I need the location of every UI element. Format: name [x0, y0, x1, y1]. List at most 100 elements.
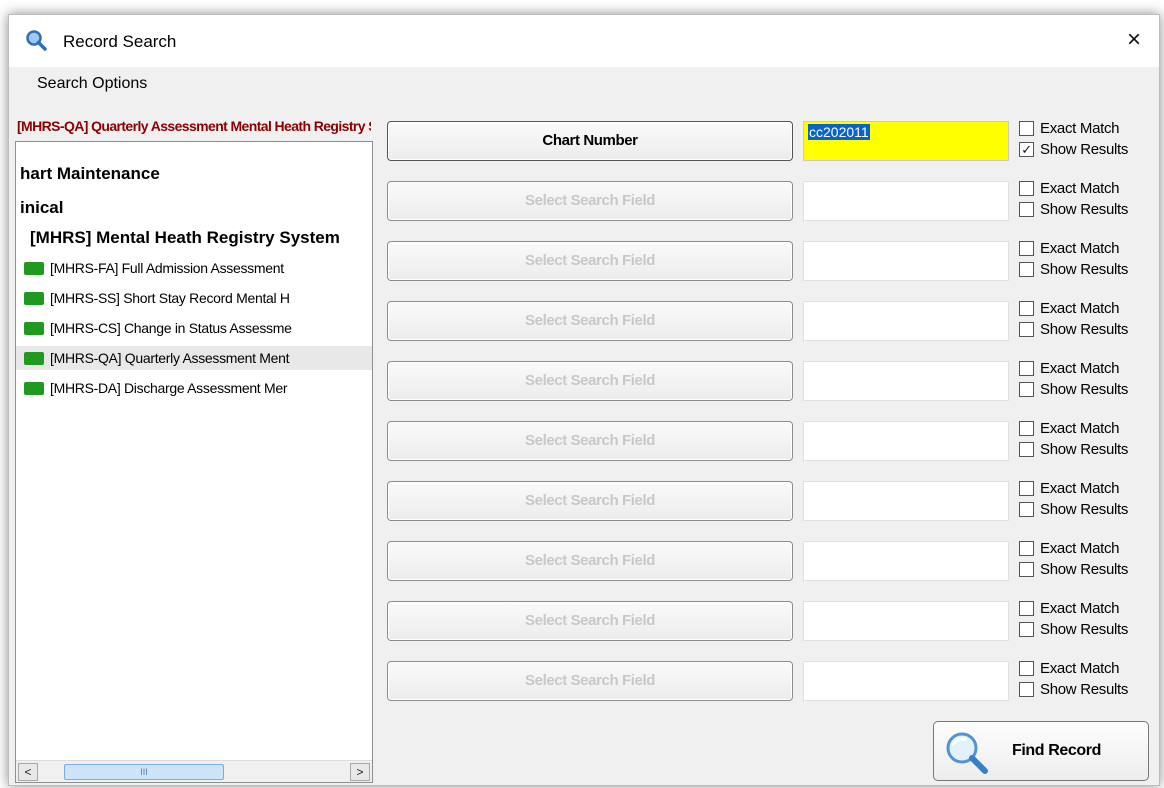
- exact-match-checkbox[interactable]: Exact Match: [1019, 180, 1120, 197]
- exact-match-checkbox[interactable]: Exact Match: [1019, 660, 1120, 677]
- exact-match-label: Exact Match: [1040, 660, 1120, 677]
- form-tree[interactable]: [MHRS-DA] Discharge Assessment Mer [MHRS-…: [15, 141, 373, 783]
- exact-match-checkbox[interactable]: Exact Match: [1019, 300, 1120, 317]
- menu-search-options[interactable]: Search Options: [37, 75, 147, 93]
- checkbox-box[interactable]: [1019, 120, 1034, 136]
- tree-item[interactable]: [MHRS-CS] Change in Status Assessme: [16, 316, 372, 340]
- exact-match-label: Exact Match: [1040, 180, 1120, 197]
- tree-item[interactable]: [MHRS-SS] Short Stay Record Mental H: [16, 286, 372, 310]
- show-results-checkbox[interactable]: Show Results: [1019, 561, 1128, 578]
- checkbox-box[interactable]: [1019, 360, 1034, 376]
- show-results-checkbox[interactable]: Show Results: [1019, 681, 1128, 698]
- magnifier-icon: [26, 30, 47, 51]
- exact-match-checkbox[interactable]: Exact Match: [1019, 600, 1120, 617]
- search-value-input[interactable]: [803, 601, 1009, 641]
- checkbox-box[interactable]: [1019, 540, 1034, 556]
- horizontal-scrollbar[interactable]: < III >: [16, 760, 372, 782]
- search-value-input[interactable]: [803, 421, 1009, 461]
- search-field-button[interactable]: Select Search Field: [387, 661, 793, 701]
- checkbox-box[interactable]: [1019, 180, 1034, 196]
- search-field-button[interactable]: Select Search Field: [387, 361, 793, 401]
- checkbox-box[interactable]: [1019, 381, 1034, 397]
- tree-item-label: [MHRS-QA] Quarterly Assessment Ment: [50, 350, 290, 366]
- exact-match-checkbox[interactable]: Exact Match: [1019, 540, 1120, 557]
- folder-icon: [24, 321, 44, 335]
- checkbox-box[interactable]: ✓: [1019, 141, 1034, 157]
- show-results-label: Show Results: [1040, 381, 1129, 398]
- checkbox-box[interactable]: [1019, 321, 1034, 337]
- checkbox-box[interactable]: [1019, 681, 1034, 697]
- tree-item-label: [MHRS-DA] Discharge Assessment Mer: [50, 380, 288, 396]
- tree-group[interactable]: [MHRS] Mental Heath Registry System: [30, 228, 340, 248]
- show-results-label: Show Results: [1040, 681, 1129, 698]
- show-results-checkbox[interactable]: Show Results: [1019, 321, 1128, 338]
- folder-icon: [24, 291, 44, 305]
- show-results-checkbox[interactable]: Show Results: [1019, 621, 1128, 638]
- find-record-button[interactable]: Find Record: [933, 721, 1149, 781]
- checkbox-box[interactable]: [1019, 201, 1034, 217]
- show-results-checkbox[interactable]: Show Results: [1019, 381, 1128, 398]
- find-record-label: Find Record: [1012, 742, 1101, 759]
- search-field-button[interactable]: Select Search Field: [387, 601, 793, 641]
- search-value-input[interactable]: [803, 481, 1009, 521]
- record-search-window: Record Search × Search Options [MHRS-QA]…: [8, 14, 1160, 786]
- close-button[interactable]: ×: [1119, 25, 1149, 55]
- search-value-input[interactable]: [803, 541, 1009, 581]
- checkbox-box[interactable]: [1019, 300, 1034, 316]
- show-results-label: Show Results: [1040, 141, 1129, 158]
- checkbox-box[interactable]: [1019, 600, 1034, 616]
- tree-item[interactable]: [MHRS-DA] Discharge Assessment Mer: [16, 376, 372, 400]
- search-field-button[interactable]: Select Search Field: [387, 481, 793, 521]
- show-results-checkbox[interactable]: Show Results: [1019, 441, 1128, 458]
- checkbox-box[interactable]: [1019, 501, 1034, 517]
- search-value-input[interactable]: [803, 181, 1009, 221]
- show-results-label: Show Results: [1040, 321, 1129, 338]
- show-results-label: Show Results: [1040, 441, 1129, 458]
- show-results-checkbox[interactable]: Show Results: [1019, 201, 1128, 218]
- search-field-button[interactable]: Select Search Field: [387, 421, 793, 461]
- exact-match-checkbox[interactable]: Exact Match: [1019, 120, 1120, 137]
- search-field-button[interactable]: Select Search Field: [387, 241, 793, 281]
- search-field-button[interactable]: Select Search Field: [387, 301, 793, 341]
- show-results-label: Show Results: [1040, 621, 1129, 638]
- show-results-checkbox[interactable]: ✓ Show Results: [1019, 141, 1128, 158]
- tree-group[interactable]: hart Maintenance: [20, 164, 160, 184]
- tree-item[interactable]: [MHRS-FA] Full Admission Assessment: [16, 256, 372, 280]
- search-value-input[interactable]: cc202011: [803, 121, 1009, 161]
- checkbox-box[interactable]: [1019, 660, 1034, 676]
- show-results-label: Show Results: [1040, 501, 1129, 518]
- search-value-input[interactable]: [803, 241, 1009, 281]
- search-field-button[interactable]: Select Search Field: [387, 181, 793, 221]
- folder-icon: [24, 261, 44, 275]
- exact-match-checkbox[interactable]: Exact Match: [1019, 240, 1120, 257]
- exact-match-label: Exact Match: [1040, 120, 1120, 137]
- checkbox-box[interactable]: [1019, 240, 1034, 256]
- checkbox-box[interactable]: [1019, 561, 1034, 577]
- title-bar: Record Search ×: [9, 15, 1159, 67]
- exact-match-checkbox[interactable]: Exact Match: [1019, 480, 1120, 497]
- search-field-button[interactable]: Chart Number: [387, 121, 793, 161]
- scroll-thumb[interactable]: III: [64, 764, 224, 780]
- search-value-input[interactable]: [803, 361, 1009, 401]
- folder-icon: [24, 381, 44, 395]
- search-value-input[interactable]: [803, 661, 1009, 701]
- show-results-checkbox[interactable]: Show Results: [1019, 261, 1128, 278]
- scroll-right-button[interactable]: >: [350, 763, 370, 781]
- checkbox-box[interactable]: [1019, 420, 1034, 436]
- show-results-checkbox[interactable]: Show Results: [1019, 501, 1128, 518]
- checkbox-box[interactable]: [1019, 621, 1034, 637]
- tree-group[interactable]: inical: [20, 198, 63, 218]
- search-value-input[interactable]: [803, 301, 1009, 341]
- show-results-label: Show Results: [1040, 261, 1129, 278]
- scroll-left-button[interactable]: <: [18, 763, 38, 781]
- menu-bar: Search Options: [9, 67, 1159, 103]
- checkbox-box[interactable]: [1019, 261, 1034, 277]
- checkbox-box[interactable]: [1019, 441, 1034, 457]
- tree-item[interactable]: [MHRS-QA] Quarterly Assessment Ment: [16, 346, 372, 370]
- checkbox-box[interactable]: [1019, 480, 1034, 496]
- tree-item-label: [MHRS-CS] Change in Status Assessme: [50, 320, 292, 336]
- exact-match-checkbox[interactable]: Exact Match: [1019, 420, 1120, 437]
- search-field-button[interactable]: Select Search Field: [387, 541, 793, 581]
- exact-match-checkbox[interactable]: Exact Match: [1019, 360, 1120, 377]
- exact-match-label: Exact Match: [1040, 420, 1120, 437]
